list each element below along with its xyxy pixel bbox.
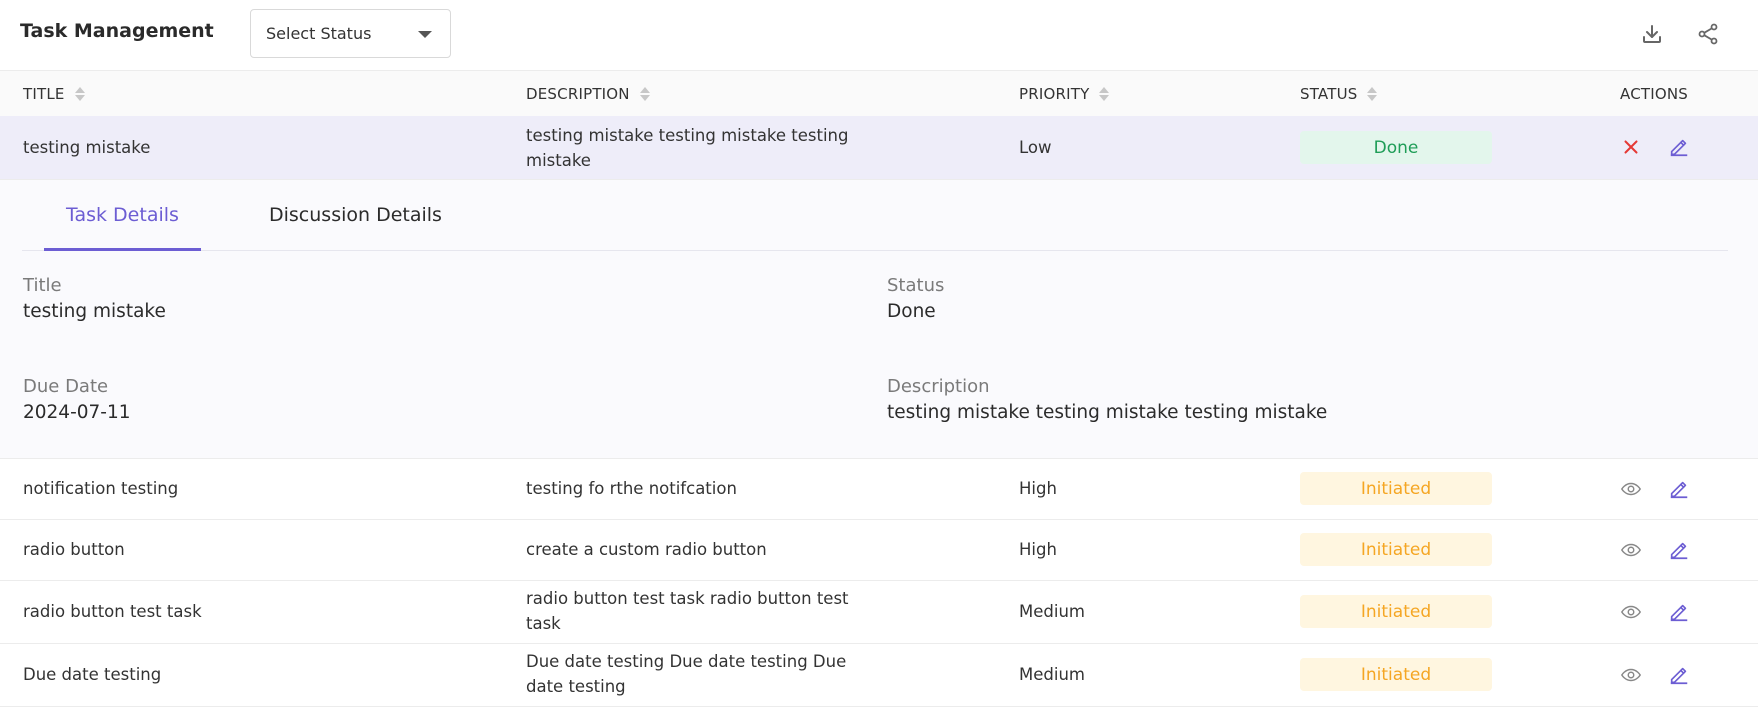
row-title: radio button test task [23,602,202,621]
chevron-down-icon [418,31,432,38]
status-badge: Initiated [1300,472,1492,505]
edit-button[interactable] [1666,599,1692,625]
status-badge: Initiated [1300,658,1492,691]
task-details-panel: Task Details Discussion Details Title te… [0,180,1758,459]
description-field-label: Description [887,376,990,397]
title-field-label: Title [23,275,62,296]
status-badge: Initiated [1300,595,1492,628]
due-date-field-label: Due Date [23,376,109,397]
column-header-priority[interactable]: PRIORITY [1019,71,1110,116]
table-header: TITLE DESCRIPTION PRIORITY STATUS ACTION… [0,71,1758,117]
row-description: testing fo rthe notifcation [526,479,737,498]
sort-icon[interactable] [639,85,650,103]
row-priority: Medium [1019,602,1085,621]
view-button[interactable] [1618,662,1644,688]
row-priority: High [1019,479,1057,498]
pencil-icon [1670,542,1688,560]
delete-button[interactable] [1618,134,1644,160]
row-title: testing mistake [23,138,151,157]
status-filter-placeholder: Select Status [266,24,372,43]
eye-icon [1620,543,1642,557]
row-title: Due date testing [23,665,162,684]
table-row[interactable]: notification testing testing fo rthe not… [0,459,1758,520]
table-row[interactable]: radio button create a custom radio butto… [0,520,1758,581]
sort-icon[interactable] [74,85,85,103]
download-button[interactable] [1636,18,1668,50]
status-field-value: Done [887,301,936,322]
share-button[interactable] [1692,18,1724,50]
row-title: notification testing [23,479,179,498]
sort-icon[interactable] [1099,85,1110,103]
edit-button[interactable] [1666,476,1692,502]
row-priority: Medium [1019,665,1085,684]
pencil-icon [1670,604,1688,622]
row-description: testing mistake testing mistake testing … [526,126,849,170]
edit-button[interactable] [1666,537,1692,563]
view-button[interactable] [1618,599,1644,625]
close-icon [1624,140,1638,154]
table-row[interactable]: Due date testing Due date testing Due da… [0,644,1758,707]
column-header-title[interactable]: TITLE [23,71,85,116]
row-description: radio button test task radio button test… [526,589,849,633]
description-field-value: testing mistake testing mistake testing … [887,402,1328,423]
view-button[interactable] [1618,476,1644,502]
edit-button[interactable] [1666,134,1692,160]
row-description: Due date testing Due date testing Due da… [526,652,847,696]
column-header-actions: ACTIONS [1620,84,1689,103]
eye-icon [1620,668,1642,682]
row-description: create a custom radio button [526,540,767,559]
page-title: Task Management [20,20,214,42]
column-header-status[interactable]: STATUS [1300,71,1378,116]
eye-icon [1620,605,1642,619]
status-filter-select[interactable]: Select Status [250,9,451,58]
pencil-icon [1670,667,1688,685]
tab-discussion-details[interactable]: Discussion Details [269,180,442,250]
pencil-icon [1670,481,1688,499]
due-date-field-value: 2024-07-11 [23,402,131,423]
pencil-icon [1670,139,1688,157]
view-button[interactable] [1618,537,1644,563]
top-bar: Task Management Select Status [0,0,1758,71]
table-row[interactable]: radio button test task radio button test… [0,581,1758,644]
eye-icon [1620,482,1642,496]
tab-task-details[interactable]: Task Details [44,180,201,251]
sort-icon[interactable] [1367,85,1378,103]
status-badge: Done [1300,131,1492,164]
status-field-label: Status [887,275,945,296]
title-field-value: testing mistake [23,301,166,322]
column-header-description[interactable]: DESCRIPTION [526,71,650,116]
edit-button[interactable] [1666,662,1692,688]
row-title: radio button [23,540,125,559]
details-tabs: Task Details Discussion Details [22,180,1728,251]
row-priority: High [1019,540,1057,559]
share-icon [1698,23,1718,45]
table-row[interactable]: testing mistake testing mistake testing … [0,116,1758,180]
download-icon [1643,25,1661,43]
status-badge: Initiated [1300,533,1492,566]
row-priority: Low [1019,138,1052,157]
